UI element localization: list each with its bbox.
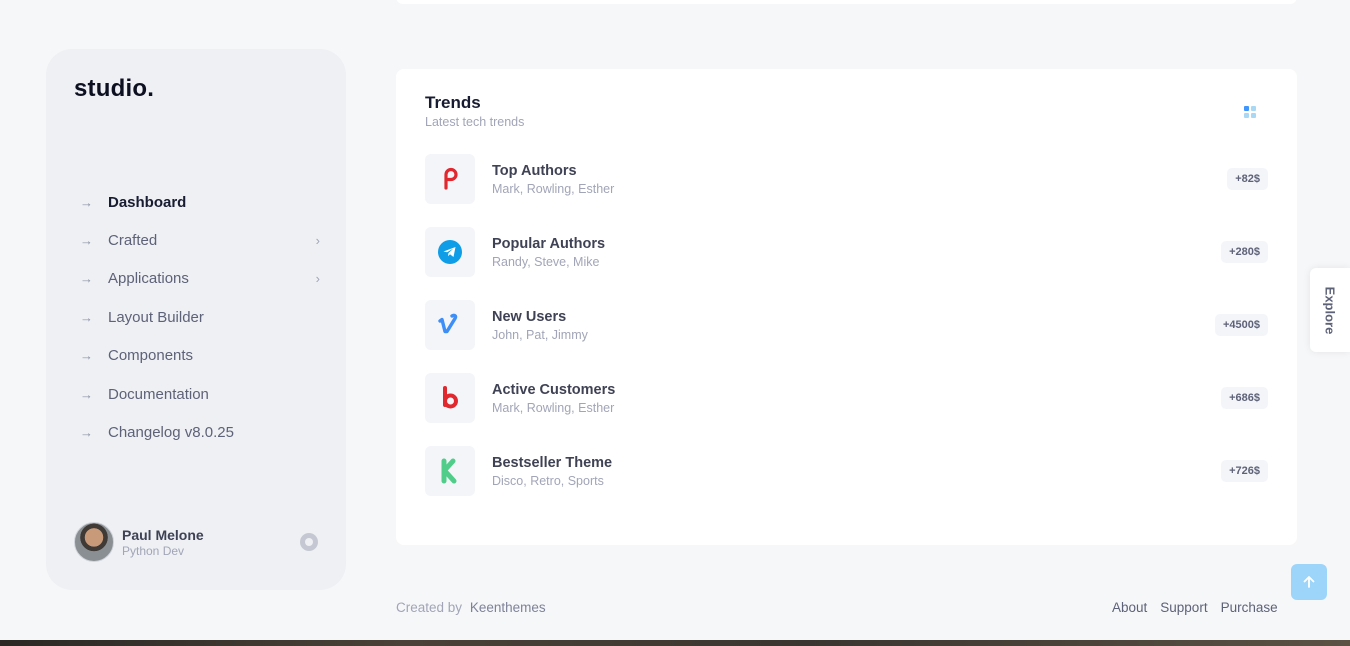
sidebar-item-applications[interactable]: → Applications › xyxy=(80,260,320,298)
trend-badge: +82$ xyxy=(1227,168,1268,190)
trend-description: John, Pat, Jimmy xyxy=(492,327,588,342)
vimeo-icon[interactable] xyxy=(425,300,475,350)
sidebar-item-label: Dashboard xyxy=(108,193,187,211)
footer-link-purchase[interactable]: Purchase xyxy=(1221,600,1278,615)
os-taskbar-edge xyxy=(0,640,1350,646)
arrow-right-icon: → xyxy=(80,309,93,325)
footer-link-about[interactable]: About xyxy=(1112,600,1147,615)
arrow-right-icon: → xyxy=(80,425,93,441)
sidebar-nav: → Dashboard → Crafted › → Applications › → Layout… xyxy=(80,183,320,452)
arrow-up-icon xyxy=(1303,576,1315,588)
scroll-top-button[interactable] xyxy=(1291,564,1327,600)
sidebar: studio. → Dashboard → Crafted › → Applications… xyxy=(46,49,346,590)
trend-title[interactable]: Bestseller Theme xyxy=(492,455,1221,471)
footer-credit: Created by Keenthemes xyxy=(396,600,546,615)
trend-badge: +4500$ xyxy=(1214,314,1268,336)
footer-created-by: Created by xyxy=(396,600,463,615)
footer-brand-link[interactable]: Keenthemes xyxy=(470,600,546,615)
trend-row: Top Authors Mark, Rowling, Esther +82$ xyxy=(425,154,1268,204)
trend-badge: +686$ xyxy=(1221,387,1268,409)
sidebar-item-label: Changelog v8.0.25 xyxy=(108,424,234,442)
sidebar-item-changelog-v8-0-25[interactable]: → Changelog v8.0.25 xyxy=(80,413,320,451)
sidebar-item-label: Documentation xyxy=(108,385,209,403)
trend-badge: +280$ xyxy=(1221,241,1268,263)
bebo-icon[interactable] xyxy=(425,373,475,423)
top-card-edge xyxy=(396,0,1297,4)
trend-description: Mark, Rowling, Esther xyxy=(492,400,615,415)
user-role: Python Dev xyxy=(122,543,185,558)
trend-title[interactable]: New Users xyxy=(492,309,1215,325)
trend-row: Popular Authors Randy, Steve, Mike +280$ xyxy=(425,227,1268,277)
sidebar-item-components[interactable]: → Components xyxy=(80,337,320,375)
trend-description: Mark, Rowling, Esther xyxy=(492,181,615,196)
sidebar-item-label: Layout Builder xyxy=(108,308,204,326)
trend-description: Randy, Steve, Mike xyxy=(492,254,600,269)
arrow-right-icon: → xyxy=(80,348,93,364)
chevron-right-icon: › xyxy=(315,233,320,249)
trend-badge: +726$ xyxy=(1221,460,1268,482)
card-subtitle: Latest tech trends xyxy=(425,115,525,129)
trends-list: Top Authors Mark, Rowling, Esther +82$ P… xyxy=(425,154,1268,519)
sidebar-item-crafted[interactable]: → Crafted › xyxy=(80,221,320,259)
sidebar-item-dashboard[interactable]: → Dashboard xyxy=(80,183,320,221)
arrow-right-icon: → xyxy=(80,194,93,210)
trend-description: Disco, Retro, Sports xyxy=(492,473,604,488)
trend-title[interactable]: Top Authors xyxy=(492,163,1227,179)
brand-logo[interactable]: studio. xyxy=(74,75,154,103)
trend-title[interactable]: Active Customers xyxy=(492,382,1221,398)
sidebar-item-documentation[interactable]: → Documentation xyxy=(80,375,320,413)
sidebar-item-layout-builder[interactable]: → Layout Builder xyxy=(80,298,320,336)
arrow-right-icon: → xyxy=(80,271,93,287)
sidebar-item-label: Crafted xyxy=(108,232,158,250)
telegram-icon[interactable] xyxy=(425,227,475,277)
settings-gear-icon[interactable] xyxy=(300,533,318,551)
sidebar-item-label: Components xyxy=(108,347,194,365)
trend-row: New Users John, Pat, Jimmy +4500$ xyxy=(425,300,1268,350)
trend-row: Bestseller Theme Disco, Retro, Sports +7… xyxy=(425,446,1268,496)
user-name: Paul Melone xyxy=(122,526,204,543)
footer-links: About Support Purchase xyxy=(1112,600,1278,615)
user-profile: Paul Melone Python Dev xyxy=(74,521,318,563)
kickstarter-icon[interactable] xyxy=(425,446,475,496)
trends-card: Trends Latest tech trends Top Authors Ma… xyxy=(396,69,1297,545)
explore-toggle[interactable]: Explore xyxy=(1310,268,1350,352)
arrow-right-icon: → xyxy=(80,233,93,249)
avatar[interactable] xyxy=(74,522,114,562)
trend-row: Active Customers Mark, Rowling, Esther +… xyxy=(425,373,1268,423)
card-title: Trends xyxy=(425,93,481,112)
chevron-right-icon: › xyxy=(315,271,320,287)
footer-link-support[interactable]: Support xyxy=(1160,600,1207,615)
explore-label: Explore xyxy=(1322,286,1338,334)
trend-title[interactable]: Popular Authors xyxy=(492,236,1221,252)
sidebar-item-label: Applications xyxy=(108,270,189,288)
arrow-right-icon: → xyxy=(80,386,93,402)
menu-dots-icon[interactable] xyxy=(1244,106,1256,118)
pinterest-icon[interactable] xyxy=(425,154,475,204)
